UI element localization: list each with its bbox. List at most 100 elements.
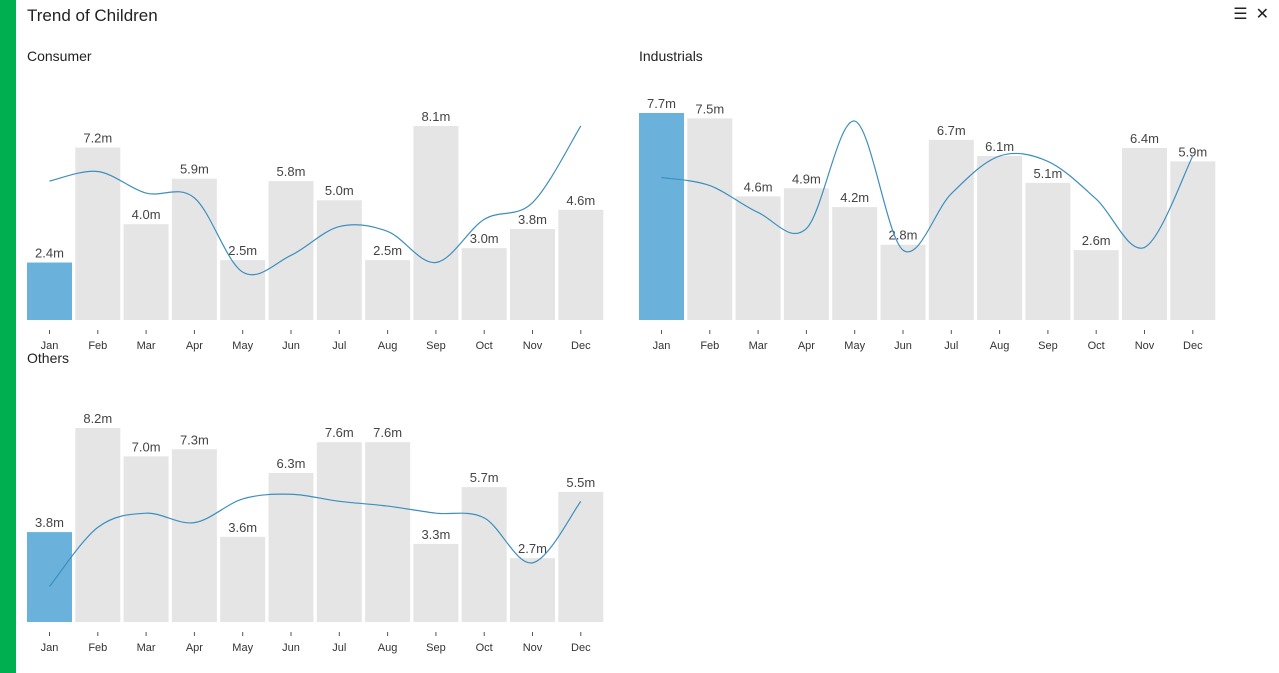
industrials-bar-mar[interactable]	[735, 196, 781, 320]
consumer-bar-aug[interactable]	[365, 260, 411, 320]
industrials-bar-sep[interactable]	[1025, 182, 1071, 320]
chart-others: 3.8m Jan 8.2m Feb 7.0m Mar 7.3m Apr 3.6m May 6.3m J…	[27, 411, 604, 654]
industrials-data-label: 6.1m	[985, 139, 1014, 154]
consumer-bar-may[interactable]	[220, 260, 266, 320]
consumer-data-label: 4.0m	[132, 207, 161, 222]
consumer-bar-sep[interactable]	[413, 126, 459, 320]
consumer-x-tick-label: Jun	[282, 340, 300, 352]
others-bar-apr[interactable]	[171, 449, 217, 622]
industrials-data-label: 5.9m	[1178, 144, 1207, 159]
consumer-bar-dec[interactable]	[558, 209, 604, 320]
consumer-bar-jul[interactable]	[316, 200, 362, 320]
others-x-tick-label: Jul	[332, 642, 346, 654]
consumer-bar-mar[interactable]	[123, 224, 169, 320]
others-x-tick-label: May	[232, 642, 253, 654]
industrials-x-tick-label: Aug	[990, 340, 1010, 352]
others-x-tick-label: Dec	[571, 642, 591, 654]
consumer-data-label: 3.0m	[470, 231, 499, 246]
others-bar-oct[interactable]	[461, 487, 507, 622]
others-data-label: 6.3m	[277, 456, 306, 471]
consumer-bar-oct[interactable]	[461, 248, 507, 320]
others-bar-nov[interactable]	[510, 558, 555, 622]
industrials-bar-may[interactable]	[832, 207, 878, 320]
others-x-tick-label: Aug	[378, 642, 398, 654]
industrials-data-label: 6.4m	[1130, 131, 1159, 146]
industrials-bar-jun[interactable]	[880, 244, 926, 320]
industrials-x-tick-label: Jul	[944, 340, 958, 352]
others-bar-jul[interactable]	[316, 442, 362, 622]
others-bar-mar[interactable]	[123, 456, 169, 622]
others-x-tick-label: Jun	[282, 642, 300, 654]
others-bar-dec[interactable]	[558, 491, 604, 622]
consumer-data-label: 8.1m	[421, 109, 450, 124]
consumer-data-label: 7.2m	[83, 131, 112, 146]
industrials-x-tick-label: Sep	[1038, 340, 1058, 352]
industrials-data-label: 7.7m	[647, 96, 676, 111]
consumer-data-label: 3.8m	[518, 212, 547, 227]
industrials-trend-line	[661, 120, 1194, 253]
industrials-data-label: 5.1m	[1033, 166, 1062, 181]
others-data-label: 7.3m	[180, 432, 209, 447]
others-x-tick-label: Mar	[137, 642, 156, 654]
consumer-trend-line	[49, 125, 582, 276]
others-data-label: 5.7m	[470, 470, 499, 485]
others-x-tick-label: Feb	[88, 642, 107, 654]
accent-sidebar-strip	[0, 0, 16, 673]
close-icon[interactable]: ✕	[1256, 5, 1269, 25]
others-bar-aug[interactable]	[365, 442, 411, 622]
industrials-data-label: 4.9m	[792, 171, 821, 186]
chart-title-consumer: Consumer	[27, 48, 92, 64]
industrials-bar-jul[interactable]	[928, 139, 974, 320]
others-data-label: 2.7m	[518, 541, 547, 556]
consumer-data-label: 2.5m	[373, 243, 402, 258]
industrials-x-tick-label: Feb	[700, 340, 719, 352]
consumer-x-tick-label: Dec	[571, 340, 591, 352]
consumer-data-label: 5.0m	[325, 183, 354, 198]
others-bar-may[interactable]	[220, 536, 266, 622]
chart-consumer: 2.4mJan7.2mFeb4.0mMar5.9mApr2.5mMay5.8mJ…	[27, 109, 604, 352]
industrials-x-tick-label: Apr	[798, 340, 815, 352]
others-data-label: 7.6m	[325, 425, 354, 440]
consumer-data-label: 5.8m	[277, 164, 306, 179]
window-controls: ☰ ✕	[1233, 5, 1269, 25]
industrials-bar-jan[interactable]	[639, 113, 684, 320]
industrials-x-tick-label: Dec	[1183, 340, 1203, 352]
consumer-x-tick-label: Sep	[426, 340, 446, 352]
industrials-x-tick-label: Oct	[1088, 340, 1105, 352]
consumer-bar-feb[interactable]	[75, 147, 121, 320]
others-data-label: 3.3m	[421, 527, 450, 542]
others-data-label: 8.2m	[83, 411, 112, 426]
consumer-x-tick-label: May	[232, 340, 253, 352]
others-bar-jan[interactable]	[27, 532, 72, 622]
hamburger-menu-icon[interactable]: ☰	[1233, 5, 1247, 25]
others-data-label: 3.6m	[228, 520, 257, 535]
industrials-bar-dec[interactable]	[1170, 161, 1216, 320]
others-x-tick-label: Nov	[523, 642, 543, 654]
others-bar-jun[interactable]	[268, 472, 314, 622]
others-x-tick-label: Jan	[41, 642, 59, 654]
industrials-bar-apr[interactable]	[783, 188, 829, 320]
consumer-x-tick-label: Jul	[332, 340, 346, 352]
consumer-bar-jun[interactable]	[268, 181, 314, 320]
chart-title-others: Others	[27, 350, 70, 366]
consumer-data-label: 2.4m	[35, 246, 64, 261]
consumer-x-tick-label: Feb	[88, 340, 107, 352]
consumer-x-tick-label: Mar	[137, 340, 156, 352]
others-bar-feb[interactable]	[75, 428, 121, 622]
consumer-data-label: 2.5m	[228, 243, 257, 258]
consumer-bar-jan[interactable]	[27, 262, 72, 320]
industrials-x-tick-label: Nov	[1135, 340, 1155, 352]
consumer-x-tick-label: Nov	[523, 340, 543, 352]
others-x-tick-label: Oct	[476, 642, 493, 654]
others-bar-sep[interactable]	[413, 543, 459, 622]
industrials-bar-feb[interactable]	[687, 118, 733, 321]
consumer-bar-nov[interactable]	[510, 228, 555, 320]
industrials-bar-aug[interactable]	[977, 156, 1023, 320]
industrials-data-label: 4.2m	[840, 190, 869, 205]
industrials-x-tick-label: Mar	[749, 340, 768, 352]
industrials-bar-oct[interactable]	[1073, 250, 1119, 320]
industrials-bar-nov[interactable]	[1122, 147, 1167, 320]
industrials-data-label: 7.5m	[695, 101, 724, 116]
consumer-bar-apr[interactable]	[171, 178, 217, 320]
window-title: Trend of Children	[27, 6, 158, 25]
